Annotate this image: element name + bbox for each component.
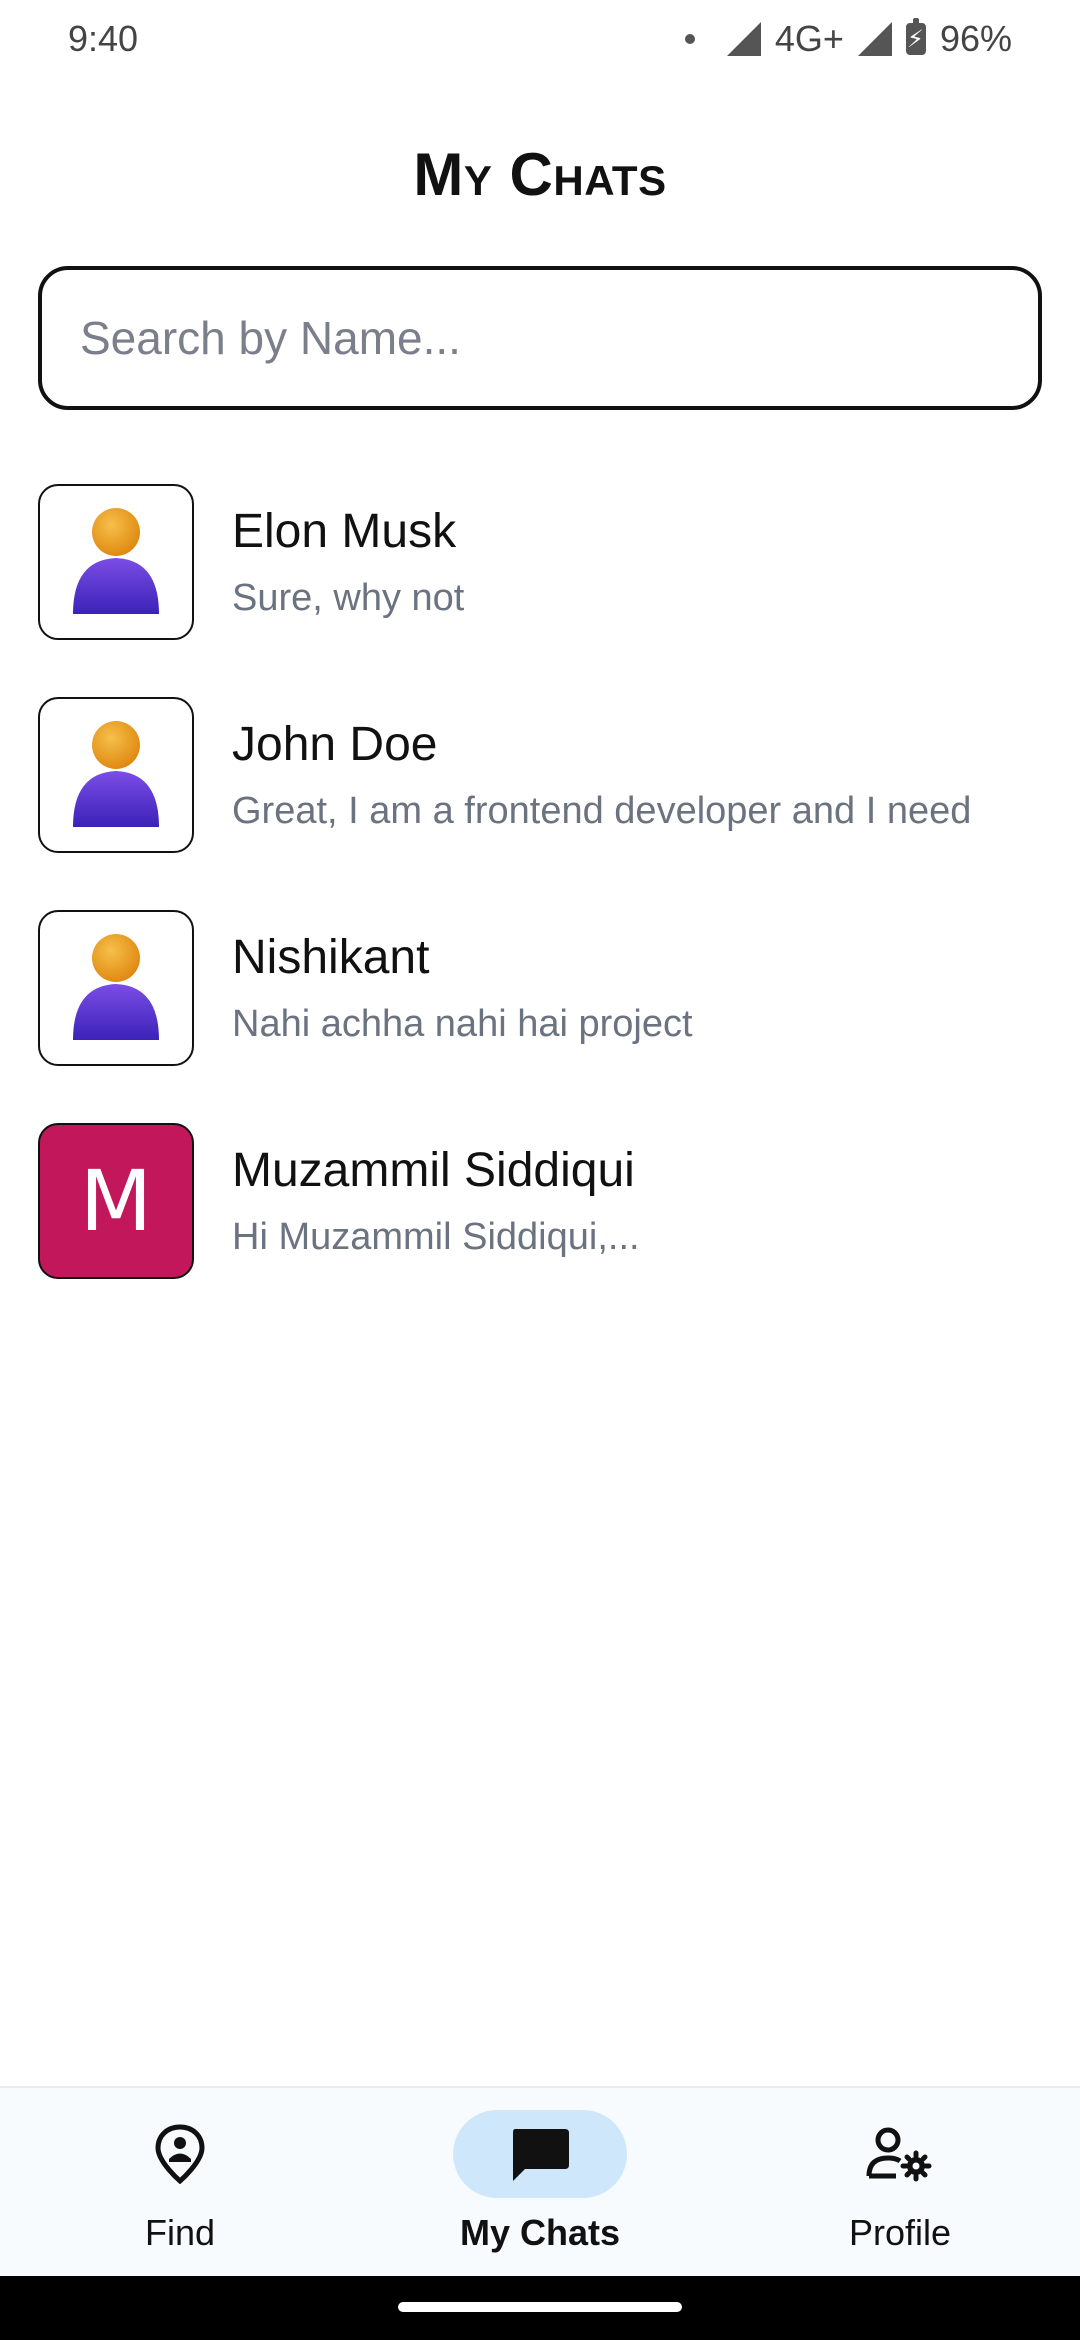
chat-text: Muzammil Siddiqui Hi Muzammil Siddiqui,.… bbox=[232, 1123, 1080, 1261]
chat-name: Elon Musk bbox=[232, 505, 457, 558]
chat-preview: Nahi achha nahi hai project bbox=[232, 1003, 693, 1045]
chat-list: Elon Musk Sure, why not John Doe Great, … bbox=[0, 484, 1080, 1336]
page-title: My Chats bbox=[413, 141, 667, 208]
nav-icon-wrap bbox=[93, 2110, 267, 2198]
status-bar: 9:40 4G+ 96% bbox=[0, 0, 1080, 78]
nav-item-find[interactable]: Find bbox=[30, 2088, 330, 2254]
person-icon bbox=[73, 508, 159, 614]
battery-charging-icon bbox=[905, 18, 926, 56]
nav-label: Profile bbox=[848, 2212, 952, 2253]
avatar bbox=[38, 697, 194, 853]
location-person-icon bbox=[155, 2124, 205, 2184]
avatar bbox=[38, 484, 194, 640]
battery-percent: 96% bbox=[939, 18, 1012, 59]
avatar-initial: M bbox=[79, 1152, 153, 1250]
nav-item-profile[interactable]: Profile bbox=[750, 2088, 1050, 2254]
nav-label: Find bbox=[144, 2212, 216, 2253]
chat-text: Nishikant Nahi achha nahi hai project bbox=[232, 910, 1080, 1048]
chat-name: Muzammil Siddiqui bbox=[232, 1144, 635, 1197]
search-box[interactable] bbox=[38, 266, 1042, 410]
search-input[interactable] bbox=[80, 311, 1000, 365]
status-time: 9:40 bbox=[68, 18, 139, 59]
bottom-nav: Find My Chats Profile bbox=[0, 2086, 1080, 2276]
wifi-signal-icon bbox=[726, 22, 761, 56]
chat-name: Nishikant bbox=[232, 931, 430, 984]
profile-settings-icon bbox=[866, 2127, 932, 2182]
chat-item-muzammil-siddiqui[interactable]: M Muzammil Siddiqui Hi Muzammil Siddiqui… bbox=[0, 1123, 1080, 1336]
chat-item-john-doe[interactable]: John Doe Great, I am a frontend develope… bbox=[0, 697, 1080, 910]
status-icons: 4G+ 96% bbox=[684, 18, 1012, 60]
nav-item-my-chats[interactable]: My Chats bbox=[390, 2088, 690, 2254]
nav-icon-wrap-active bbox=[453, 2110, 627, 2198]
chat-item-nishikant[interactable]: Nishikant Nahi achha nahi hai project bbox=[0, 910, 1080, 1123]
chat-bubble-icon bbox=[513, 2129, 569, 2181]
home-gesture-handle[interactable] bbox=[398, 2302, 682, 2312]
avatar-letter: M bbox=[38, 1123, 194, 1279]
chat-preview: Hi Muzammil Siddiqui,... bbox=[232, 1216, 640, 1258]
cell-signal-icon bbox=[857, 22, 892, 56]
nav-icon-wrap bbox=[813, 2110, 987, 2198]
avatar bbox=[38, 910, 194, 1066]
chat-name: John Doe bbox=[232, 718, 438, 771]
network-type: 4G+ bbox=[774, 18, 844, 59]
person-icon bbox=[73, 721, 159, 827]
chat-preview: Great, I am a frontend developer and I n… bbox=[232, 790, 972, 832]
notification-dot-icon bbox=[684, 34, 695, 44]
chat-screen: 9:40 4G+ 96% My Chats bbox=[0, 0, 1080, 2340]
system-gesture-bar bbox=[0, 2276, 1080, 2340]
chat-text: Elon Musk Sure, why not bbox=[232, 484, 1080, 622]
chat-item-elon-musk[interactable]: Elon Musk Sure, why not bbox=[0, 484, 1080, 697]
nav-label: My Chats bbox=[459, 2212, 621, 2253]
person-icon bbox=[73, 934, 159, 1040]
chat-text: John Doe Great, I am a frontend develope… bbox=[232, 697, 1080, 835]
chat-preview: Sure, why not bbox=[232, 577, 465, 619]
